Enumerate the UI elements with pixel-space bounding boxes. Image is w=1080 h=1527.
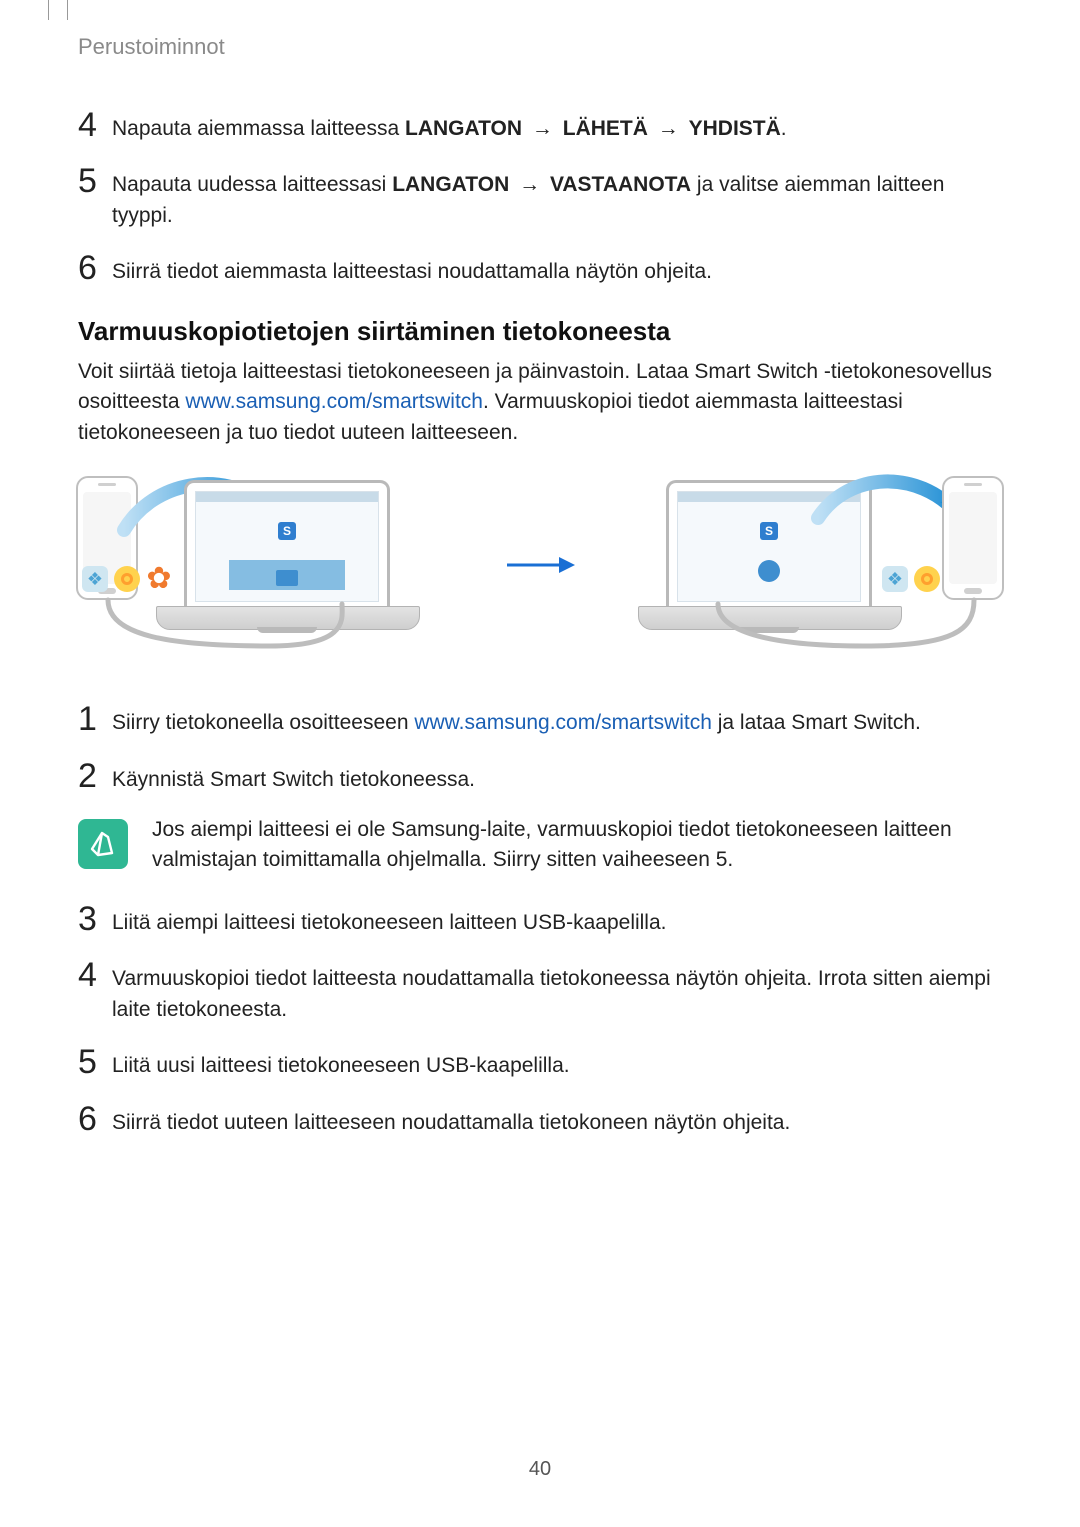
note-text: Jos aiempi laitteesi ei ole Samsung-lait… [152, 815, 1002, 876]
step-number: 1 [78, 702, 112, 736]
list-item: 2 Käynnistä Smart Switch tietokoneessa. [78, 759, 1002, 795]
media-icons: ❖ ✿ [82, 566, 172, 592]
arrow-icon: → [528, 114, 557, 144]
step-number: 5 [78, 164, 112, 198]
list-item: 5 Liitä uusi laitteesi tietokoneeseen US… [78, 1045, 1002, 1081]
list-item: 6 Siirrä tiedot uuteen laitteeseen nouda… [78, 1102, 1002, 1138]
step-text: Liitä uusi laitteesi tietokoneeseen USB-… [112, 1045, 1002, 1081]
app-icon: S [278, 522, 296, 540]
steps-part-a: 4 Napauta aiemmassa laitteessa LANGATON … [78, 108, 1002, 288]
note-icon [78, 819, 128, 869]
smartswitch-link[interactable]: www.samsung.com/smartswitch [185, 390, 483, 413]
step-text: Käynnistä Smart Switch tietokoneessa. [112, 759, 1002, 795]
list-item: 4 Napauta aiemmassa laitteessa LANGATON … [78, 108, 1002, 144]
ring-icon [114, 566, 140, 592]
list-item: 1 Siirry tietokoneella osoitteeseen www.… [78, 702, 1002, 738]
smartswitch-link[interactable]: www.samsung.com/smartswitch [414, 711, 712, 734]
center-arrow-icon [495, 554, 585, 576]
phone-icon [942, 476, 1004, 600]
step-number: 2 [78, 759, 112, 793]
steps-part-b: 1 Siirry tietokoneella osoitteeseen www.… [78, 702, 1002, 795]
list-item: 3 Liitä aiempi laitteesi tietokoneeseen … [78, 902, 1002, 938]
illustration-phone-to-pc: ❖ ✿ S [78, 470, 468, 660]
steps-part-c: 3 Liitä aiempi laitteesi tietokoneeseen … [78, 902, 1002, 1138]
step-number: 4 [78, 958, 112, 992]
list-item: 5 Napauta uudessa laitteessasi LANGATON … [78, 164, 1002, 231]
list-item: 4 Varmuuskopioi tiedot laitteesta noudat… [78, 958, 1002, 1025]
note-callout: Jos aiempi laitteesi ei ole Samsung-lait… [78, 815, 1002, 876]
usb-cable-icon [80, 600, 466, 650]
chat-icon: ❖ [82, 566, 108, 592]
intro-paragraph: Voit siirtää tietoja laitteestasi tietok… [78, 357, 1002, 448]
arrow-icon: → [654, 114, 683, 144]
app-icon: S [760, 522, 778, 540]
step-number: 5 [78, 1045, 112, 1079]
step-text: Varmuuskopioi tiedot laitteesta noudatta… [112, 958, 1002, 1025]
step-text: Siirrä tiedot uuteen laitteeseen noudatt… [112, 1102, 1002, 1138]
illustration-pc-to-phone: S ❖ [612, 470, 1002, 660]
usb-cable-icon [614, 600, 1000, 650]
step-text: Siirrä tiedot aiemmasta laitteestasi nou… [112, 251, 1002, 287]
list-item: 6 Siirrä tiedot aiemmasta laitteestasi n… [78, 251, 1002, 287]
app-import-icon [276, 570, 298, 586]
illustration-row: ❖ ✿ S [78, 470, 1002, 660]
step-number: 3 [78, 902, 112, 936]
ring-icon [914, 566, 940, 592]
step-number: 4 [78, 108, 112, 142]
page-header: Perustoiminnot [78, 0, 1002, 60]
app-restore-icon [758, 560, 780, 582]
step-number: 6 [78, 1102, 112, 1136]
step-text: Napauta aiemmassa laitteessa LANGATON → … [112, 108, 1002, 144]
step-text: Siirry tietokoneella osoitteeseen www.sa… [112, 702, 1002, 738]
page-number: 40 [0, 1458, 1080, 1481]
step-text: Napauta uudessa laitteessasi LANGATON → … [112, 164, 1002, 231]
section-title: Varmuuskopiotietojen siirtäminen tietoko… [78, 316, 1002, 347]
top-tab-marker [48, 0, 68, 20]
step-text: Liitä aiempi laitteesi tietokoneeseen la… [112, 902, 1002, 938]
chat-icon: ❖ [882, 566, 908, 592]
arrow-icon: → [515, 170, 544, 200]
step-number: 6 [78, 251, 112, 285]
